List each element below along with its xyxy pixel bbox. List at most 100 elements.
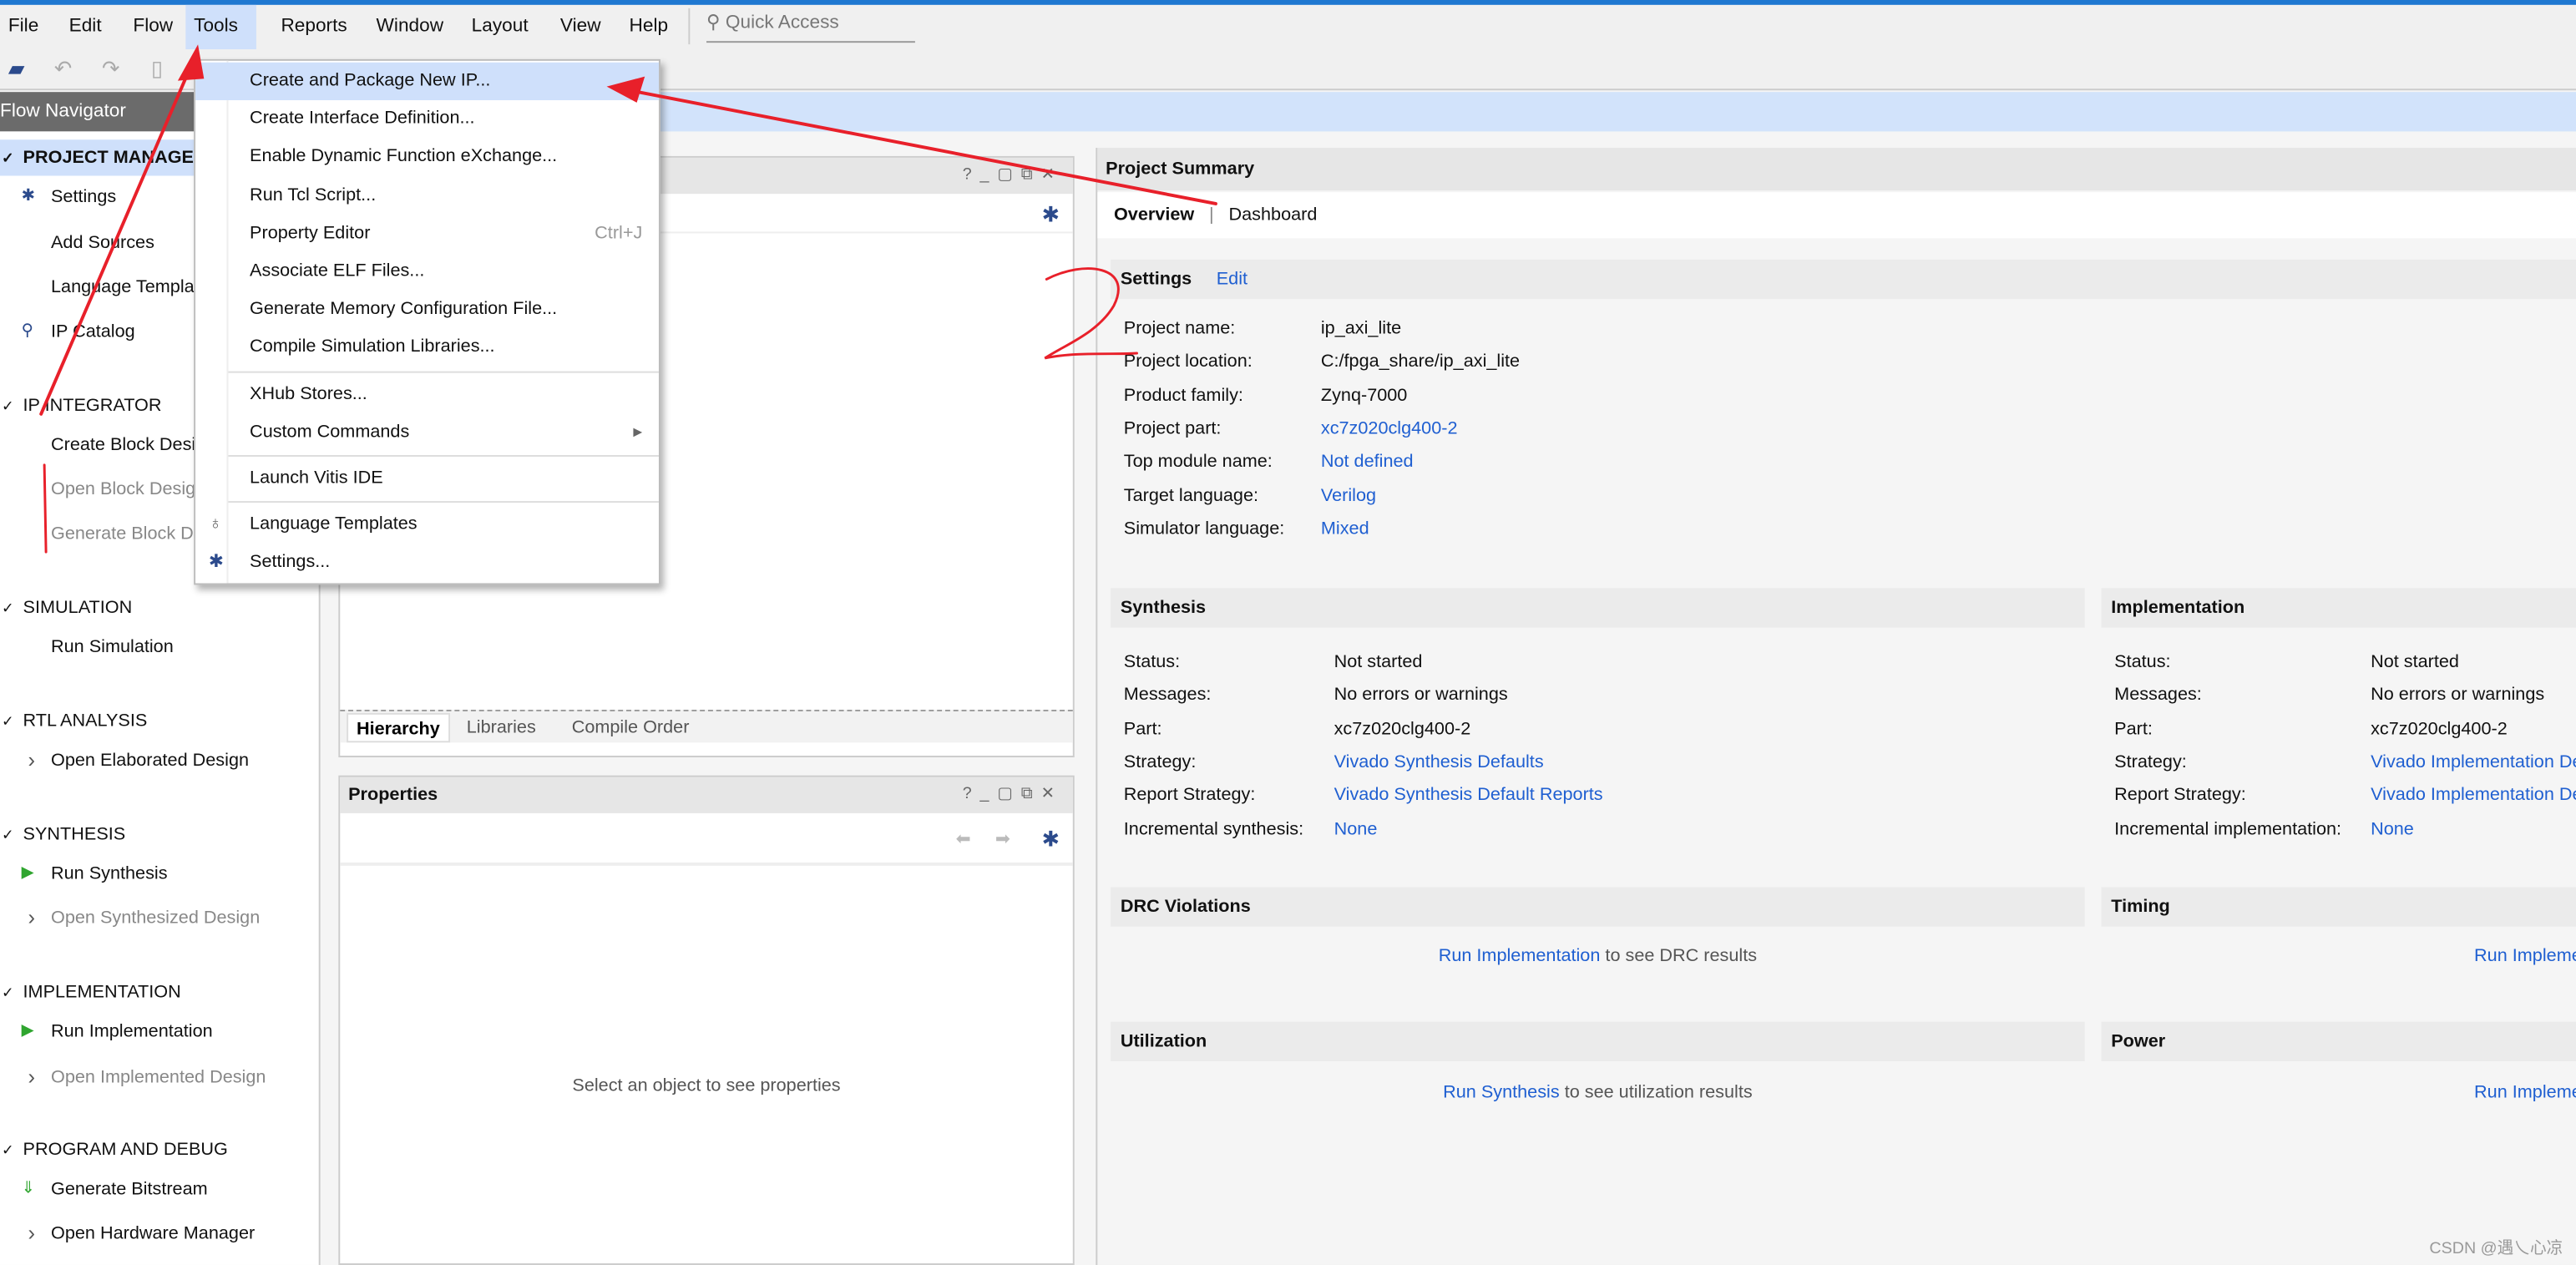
tab-libraries[interactable]: Libraries bbox=[458, 713, 544, 742]
gear-icon[interactable]: ✱ bbox=[1042, 202, 1060, 228]
nav-item-open-elaborated-design[interactable]: › Open Elaborated Design bbox=[0, 742, 321, 778]
nav-item-label: Add Sources bbox=[50, 233, 154, 253]
drc-header: DRC Violations bbox=[1111, 887, 2085, 927]
row-label: Project part: bbox=[1123, 418, 1222, 439]
edit-settings-link[interactable]: Edit bbox=[1217, 270, 1248, 290]
redo-icon[interactable]: ↷ bbox=[102, 56, 119, 82]
nav-item-run-synthesis[interactable]: ▶ Run Synthesis bbox=[0, 856, 321, 892]
run-implementation-link[interactable]: Run Implementation bbox=[1439, 946, 1601, 966]
row-label: Messages: bbox=[1123, 686, 1212, 706]
row-value: No errors or warnings bbox=[2371, 686, 2545, 706]
chevron-down-icon[interactable]: ✓ bbox=[2, 1132, 14, 1168]
row-value-link[interactable]: xc7z020clg400-2 bbox=[1321, 412, 1458, 445]
forward-arrow-icon[interactable]: ➡ bbox=[995, 828, 1010, 850]
nav-item-run-implementation[interactable]: ▶ Run Implementation bbox=[0, 1014, 321, 1050]
gear-icon: ✱ bbox=[208, 552, 225, 573]
menu-item-custom-commands[interactable]: Custom Commands ▸ bbox=[195, 413, 659, 451]
row-value-link[interactable]: Vivado Synthesis Default Reports bbox=[1334, 779, 1603, 812]
chevron-down-icon[interactable]: ✓ bbox=[2, 589, 14, 625]
quick-access-input[interactable]: ⚲ Quick Access bbox=[706, 10, 915, 43]
menu-item-enable-dynamic-function-exchange[interactable]: Enable Dynamic Function eXchange... bbox=[195, 139, 659, 176]
chevron-down-icon[interactable]: ✓ bbox=[2, 703, 14, 739]
menu-item-create-and-package-new-ip[interactable]: Create and Package New IP... bbox=[195, 62, 659, 101]
settings-header: Settings Edit bbox=[1111, 259, 2576, 300]
summary-row: Top module name: Not defined bbox=[1124, 446, 1414, 478]
properties-toolbar: ⬅ ➡ ✱ bbox=[340, 817, 1073, 866]
menu-reports[interactable]: Reports bbox=[273, 5, 356, 49]
row-value: Not started bbox=[2371, 652, 2459, 672]
menu-file[interactable]: File bbox=[0, 5, 47, 49]
menu-item-compile-simulation-libraries[interactable]: Compile Simulation Libraries... bbox=[195, 329, 659, 367]
row-value: xc7z020clg400-2 bbox=[1334, 718, 1471, 739]
menu-item-settings[interactable]: ✱ Settings... bbox=[195, 544, 659, 582]
menu-item-create-interface-definition[interactable]: Create Interface Definition... bbox=[195, 100, 659, 138]
menu-tools[interactable]: Tools bbox=[185, 4, 256, 50]
row-value-link[interactable]: Verilog bbox=[1321, 479, 1376, 512]
run-implementation-link[interactable]: Run Implementation bbox=[2474, 1083, 2576, 1103]
back-arrow-icon[interactable]: ⬅ bbox=[956, 828, 971, 850]
tab-overview[interactable]: Overview bbox=[1114, 205, 1194, 225]
chevron-down-icon[interactable]: ✓ bbox=[2, 974, 14, 1010]
menu-item-launch-vitis-ide[interactable]: Launch Vitis IDE bbox=[195, 460, 659, 498]
menu-edit[interactable]: Edit bbox=[61, 5, 110, 49]
chevron-down-icon[interactable]: ✓ bbox=[2, 139, 14, 175]
open-project-icon[interactable]: ▰ bbox=[8, 56, 25, 82]
menu-window[interactable]: Window bbox=[368, 5, 452, 49]
undo-icon[interactable]: ↶ bbox=[54, 56, 72, 82]
row-value-link[interactable]: Vivado Synthesis Defaults bbox=[1334, 746, 1544, 778]
menu-item-associate-elf-files[interactable]: Associate ELF Files... bbox=[195, 253, 659, 291]
summary-row: Status: Not started bbox=[1124, 645, 1423, 678]
row-label: Incremental synthesis: bbox=[1123, 818, 1304, 839]
nav-item-simulation[interactable]: ✓ SIMULATION bbox=[0, 589, 321, 625]
nav-item-run-simulation[interactable]: Run Simulation bbox=[0, 630, 321, 665]
nav-item-label: Open Block Design bbox=[50, 479, 206, 500]
panel-controls[interactable]: ?_▢⧉✕ bbox=[963, 158, 1063, 194]
row-value-link[interactable]: None bbox=[1334, 812, 1378, 845]
nav-item-generate-bitstream[interactable]: ⇓ Generate Bitstream bbox=[0, 1171, 321, 1207]
nav-item-open-hardware-manager[interactable]: › Open Hardware Manager bbox=[0, 1216, 321, 1252]
row-label: Part: bbox=[1123, 718, 1162, 739]
row-value-link[interactable]: None bbox=[2371, 812, 2414, 845]
watermark: CSDN @遇乀心凉 bbox=[2429, 1240, 2563, 1259]
menu-flow[interactable]: Flow bbox=[125, 5, 181, 49]
tab-dashboard[interactable]: Dashboard bbox=[1229, 205, 1318, 225]
menu-item-language-templates[interactable]: ♁ Language Templates bbox=[195, 506, 659, 544]
nav-item-open-implemented-design[interactable]: › Open Implemented Design bbox=[0, 1060, 321, 1095]
nav-item-open-synthesized-design[interactable]: › Open Synthesized Design bbox=[0, 900, 321, 936]
utilization-hint: to see utilization results bbox=[1564, 1082, 1753, 1103]
chevron-down-icon[interactable]: ✓ bbox=[2, 387, 14, 423]
tools-menu: Create and Package New IP... Create Inter… bbox=[194, 58, 660, 585]
row-value-link[interactable]: Not defined bbox=[1321, 446, 1414, 478]
nav-item-label: PROJECT MANAGER bbox=[23, 148, 207, 168]
menu-bar: File Edit Flow Tools Reports Window Layout View… bbox=[0, 4, 2576, 50]
nav-item-program-and-debug[interactable]: ✓ PROGRAM AND DEBUG bbox=[0, 1132, 321, 1168]
nav-item-label: PROGRAM AND DEBUG bbox=[23, 1140, 228, 1161]
tab-compile-order[interactable]: Compile Order bbox=[564, 713, 697, 742]
menu-item-xhub-stores[interactable]: XHub Stores... bbox=[195, 376, 659, 413]
nav-item-synthesis[interactable]: ✓ SYNTHESIS bbox=[0, 817, 321, 853]
summary-row: Incremental synthesis: None bbox=[1123, 812, 1378, 845]
properties-panel: Properties ?_▢⧉✕ ⬅ ➡ ✱ Select an object t… bbox=[338, 775, 1075, 1265]
copy-icon[interactable]: ▯ bbox=[151, 56, 163, 82]
run-implementation-link[interactable]: Run Implementation bbox=[2474, 946, 2576, 966]
row-value: Zynq-7000 bbox=[1320, 385, 1408, 406]
menu-item-generate-memory-configuration-file[interactable]: Generate Memory Configuration File... bbox=[195, 291, 659, 329]
nav-item-rtl-analysis[interactable]: ✓ RTL ANALYSIS bbox=[0, 703, 321, 739]
menu-view[interactable]: View bbox=[552, 5, 609, 49]
row-value-link[interactable]: Vivado Implementation Defaults bbox=[2371, 746, 2576, 778]
run-synthesis-link[interactable]: Run Synthesis bbox=[1443, 1083, 1560, 1103]
menu-item-run-tcl-script[interactable]: Run Tcl Script... bbox=[195, 177, 659, 215]
row-value-link[interactable]: Mixed bbox=[1321, 512, 1369, 544]
menu-item-label: Create Interface Definition... bbox=[250, 109, 475, 129]
menu-layout[interactable]: Layout bbox=[463, 5, 537, 49]
tab-hierarchy[interactable]: Hierarchy bbox=[347, 712, 450, 743]
row-value-link[interactable]: Vivado Implementation Default Reports bbox=[2371, 779, 2576, 812]
menu-item-property-editor[interactable]: Property Editor Ctrl+J bbox=[195, 215, 659, 252]
nav-item-implementation[interactable]: ✓ IMPLEMENTATION bbox=[0, 974, 321, 1010]
gear-icon[interactable]: ✱ bbox=[1042, 827, 1060, 853]
summary-row: Project location: C:/fpga_share/ip_axi_li… bbox=[1124, 346, 1520, 378]
panel-controls[interactable]: ?_▢⧉✕ bbox=[963, 777, 1063, 813]
menu-help[interactable]: Help bbox=[621, 5, 676, 49]
menu-item-label: Create and Package New IP... bbox=[250, 70, 491, 91]
chevron-down-icon[interactable]: ✓ bbox=[2, 817, 14, 853]
